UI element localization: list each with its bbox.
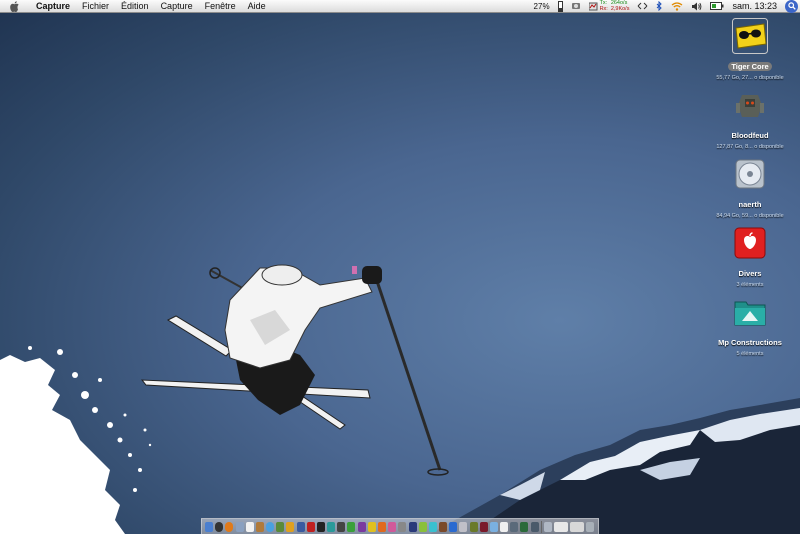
screen-capture-icon[interactable]	[567, 1, 585, 11]
desktop-icon-label: Mp Constructions	[718, 338, 782, 347]
wallpaper	[0, 264, 800, 534]
spotlight-search-icon[interactable]	[785, 0, 798, 13]
app-icon-blue[interactable]	[449, 521, 458, 532]
app-icon-purple[interactable]	[357, 521, 366, 532]
desktop-icon-label: Divers	[738, 269, 762, 278]
menu-edition[interactable]: Édition	[115, 0, 155, 13]
drive-robot-icon	[736, 95, 764, 117]
apple-menu-icon[interactable]	[10, 0, 24, 12]
desktop-icon-label: Tiger Core	[728, 62, 772, 71]
app-icon-slate[interactable]	[530, 521, 539, 532]
app-icon-red[interactable]	[306, 521, 315, 532]
dock	[201, 518, 599, 534]
desktop-icon-tiger-core[interactable]: Tiger Core 55,77 Go, 27... o disponible	[705, 18, 795, 81]
minimized-window-icon[interactable]	[570, 521, 585, 532]
mail-icon[interactable]	[235, 521, 244, 532]
app-icon-green[interactable]	[347, 521, 356, 532]
trash-icon[interactable]	[586, 521, 595, 532]
menu-fichier[interactable]: Fichier	[76, 0, 115, 13]
app-icon-pink[interactable]	[388, 521, 397, 532]
menubar-clock[interactable]: sam. 13:23	[728, 1, 785, 11]
app-icon-cyan[interactable]	[428, 521, 437, 532]
snow-spray	[0, 346, 152, 534]
keynote-icon[interactable]	[296, 521, 305, 532]
rx-value: 2,9Ko/s	[610, 6, 630, 12]
pages-icon[interactable]	[286, 521, 295, 532]
teal-folder-icon	[734, 301, 766, 326]
desktop-icon-info: 84,94 Go, 59... o disponible	[716, 213, 784, 219]
app-icon-dark[interactable]	[337, 521, 346, 532]
app-icon-steel[interactable]	[510, 521, 519, 532]
dock-stack-icon[interactable]	[543, 521, 552, 532]
app-icon-white[interactable]	[500, 521, 509, 532]
app-icon-green-dark[interactable]	[520, 521, 529, 532]
rx-label: Rx:	[599, 6, 608, 12]
volume-icon[interactable]	[687, 2, 706, 11]
app-menu[interactable]: Capture	[32, 0, 76, 13]
network-monitor[interactable]: Tx: Rx: 264o/s 2,9Ko/s	[585, 0, 634, 12]
menu-fenetre[interactable]: Fenêtre	[199, 0, 242, 13]
desktop-icon-info: 55,77 Go, 27... o disponible	[716, 75, 784, 81]
address-book-icon[interactable]	[255, 521, 264, 532]
itunes-icon[interactable]	[266, 521, 275, 532]
drive-sunglasses-icon	[732, 18, 768, 54]
desktop-icon-mp-constructions[interactable]: Mp Constructions 5 éléments	[705, 294, 795, 357]
menu-aide[interactable]: Aide	[242, 0, 272, 13]
dock-separator	[540, 520, 542, 533]
network-monitor-icon	[588, 2, 598, 10]
app-icon-navy[interactable]	[408, 521, 417, 532]
app-icon-olive[interactable]	[469, 521, 478, 532]
dashboard-icon[interactable]	[215, 521, 224, 532]
finder-icon[interactable]	[205, 521, 214, 532]
battery-percent[interactable]: 27%	[530, 2, 554, 11]
desktop-icon-info: 5 éléments	[736, 351, 764, 357]
bluetooth-icon[interactable]	[652, 1, 667, 11]
menu-capture[interactable]: Capture	[155, 0, 199, 13]
app-icon-maroon[interactable]	[479, 521, 488, 532]
desktop-icon-bloodfeud[interactable]: Bloodfeud 127,87 Go, 8... o disponible	[705, 87, 795, 150]
app-icon-gray[interactable]	[398, 521, 407, 532]
app-icon-black[interactable]	[316, 521, 325, 532]
app-icon-teal[interactable]	[327, 521, 336, 532]
desktop-icon-info: 3 éléments	[736, 282, 764, 288]
app-icon-lime[interactable]	[418, 521, 427, 532]
menu-extras: 27% Tx: Rx: 264o/s 2,9Ko/s sam. 13:23	[530, 0, 800, 13]
drive-disc-icon	[735, 159, 765, 189]
minimized-window-icon[interactable]	[554, 521, 569, 532]
battery-meter-icon[interactable]	[554, 0, 567, 12]
app-icon-yellow[interactable]	[367, 521, 376, 532]
wifi-icon[interactable]	[667, 1, 687, 11]
app-icon-orange[interactable]	[378, 521, 386, 532]
sync-arrows-icon[interactable]	[633, 2, 652, 10]
battery-icon[interactable]	[706, 2, 728, 10]
red-folder-icon	[734, 227, 766, 259]
app-icon-sky[interactable]	[489, 521, 498, 532]
app-icon-brown[interactable]	[439, 521, 448, 532]
menu-bar: Capture Fichier Édition Capture Fenêtre …	[0, 0, 800, 13]
desktop-icon-label: Bloodfeud	[731, 131, 769, 140]
app-icon-silver[interactable]	[459, 521, 468, 532]
skier	[140, 264, 449, 476]
ical-icon[interactable]	[245, 521, 254, 532]
iphoto-icon[interactable]	[276, 521, 285, 532]
firefox-icon[interactable]	[225, 521, 234, 532]
desktop-icon-info: 127,87 Go, 8... o disponible	[716, 144, 784, 150]
desktop-icon-naerth[interactable]: naerth 84,94 Go, 59... o disponible	[705, 156, 795, 219]
desktop-icon-label: naerth	[738, 200, 762, 209]
desktop-icon-divers[interactable]: Divers 3 éléments	[705, 225, 795, 288]
mountains	[430, 398, 800, 534]
